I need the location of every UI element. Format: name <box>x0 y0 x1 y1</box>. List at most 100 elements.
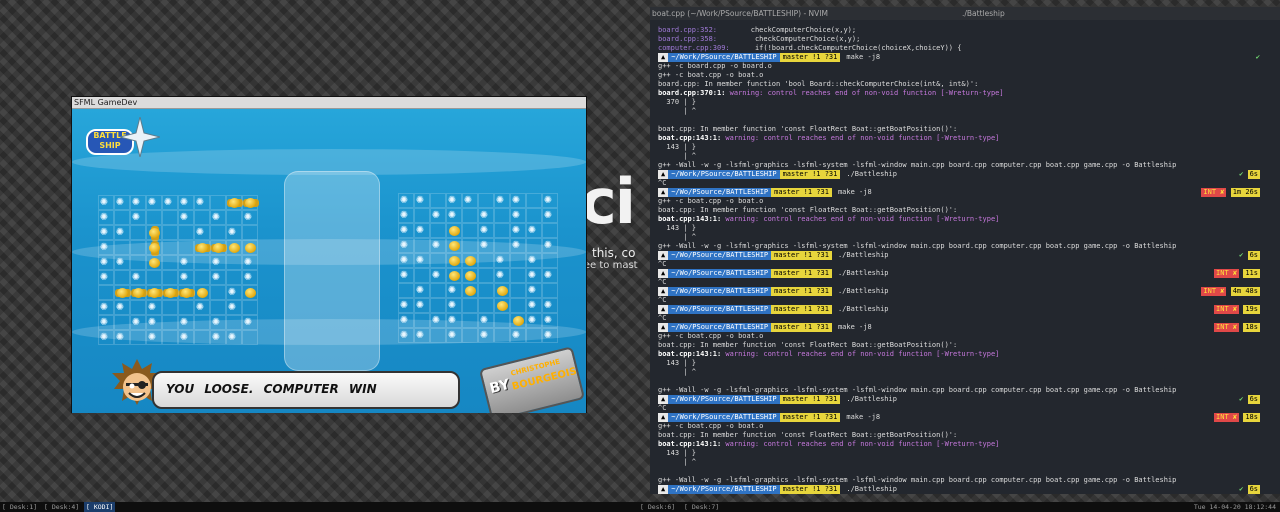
grid-cell[interactable] <box>526 297 542 313</box>
grid-cell[interactable] <box>494 192 510 208</box>
grid-cell[interactable] <box>398 192 414 208</box>
grid-cell[interactable] <box>494 298 510 313</box>
grid-cell[interactable] <box>430 237 446 253</box>
grid-cell[interactable] <box>462 298 478 313</box>
workspace-desk1[interactable]: [ Desk:1] <box>2 502 37 512</box>
grid-cell[interactable] <box>430 283 446 298</box>
grid-cell[interactable] <box>462 313 478 328</box>
grid-cell[interactable] <box>526 312 542 328</box>
grid-cell[interactable] <box>494 208 510 223</box>
grid-cell[interactable] <box>446 312 462 328</box>
grid-cell[interactable] <box>494 238 510 253</box>
grid-cell[interactable] <box>542 283 558 298</box>
grid-cell[interactable] <box>462 268 478 283</box>
grid-cell[interactable] <box>446 327 462 343</box>
grid-cell[interactable] <box>526 208 542 223</box>
grid-cell[interactable] <box>542 267 558 283</box>
grid-cell[interactable] <box>398 327 414 343</box>
window-titlebar[interactable]: SFML GameDev <box>72 97 586 109</box>
grid-cell[interactable] <box>446 192 462 208</box>
grid-cell[interactable] <box>494 223 510 238</box>
grid-cell[interactable] <box>462 223 478 238</box>
grid-cell[interactable] <box>510 253 526 268</box>
computer-grid[interactable] <box>398 192 558 343</box>
grid-cell[interactable] <box>478 222 494 238</box>
terminal-output[interactable]: board.cpp:352: checkComputerChoice(x,y);… <box>650 20 1280 494</box>
grid-cell[interactable] <box>414 282 430 298</box>
grid-cell[interactable] <box>478 327 494 343</box>
grid-cell[interactable] <box>430 298 446 313</box>
grid-cell[interactable] <box>478 253 494 268</box>
grid-cell[interactable] <box>462 192 478 208</box>
grid-cell[interactable] <box>430 328 446 343</box>
workspace-desk6[interactable]: [ Desk:6] <box>640 502 675 512</box>
grid-cell[interactable] <box>526 193 542 208</box>
workspace-desk4[interactable]: [ Desk:4] <box>44 502 79 512</box>
grid-cell[interactable] <box>542 253 558 268</box>
grid-cell[interactable] <box>398 312 414 328</box>
grid-cell[interactable] <box>510 313 526 328</box>
grid-cell[interactable] <box>526 222 542 238</box>
grid-cell[interactable] <box>446 268 462 283</box>
grid-cell[interactable] <box>478 283 494 298</box>
grid-cell[interactable] <box>494 267 510 283</box>
grid-cell[interactable] <box>542 327 558 343</box>
grid-cell[interactable] <box>414 297 430 313</box>
workspace-kodi[interactable]: [ KODI] <box>84 502 116 512</box>
terminal-window[interactable]: boat.cpp (~/Work/PSource/BATTLESHIP) - N… <box>650 7 1280 494</box>
grid-cell[interactable] <box>398 207 414 223</box>
grid-cell[interactable] <box>542 192 558 208</box>
grid-cell[interactable] <box>478 193 494 208</box>
grid-cell[interactable] <box>526 252 542 268</box>
grid-cell[interactable] <box>478 298 494 313</box>
grid-cell[interactable] <box>526 238 542 253</box>
grid-cell[interactable] <box>462 208 478 223</box>
grid-cell[interactable] <box>414 327 430 343</box>
grid-cell[interactable] <box>494 328 510 343</box>
grid-cell[interactable] <box>510 207 526 223</box>
grid-cell[interactable] <box>478 268 494 283</box>
grid-cell[interactable] <box>398 222 414 238</box>
grid-cell[interactable] <box>430 312 446 328</box>
grid-cell[interactable] <box>510 298 526 313</box>
grid-cell[interactable] <box>478 237 494 253</box>
grid-cell[interactable] <box>510 237 526 253</box>
workspace-desk7[interactable]: [ Desk:7] <box>684 502 719 512</box>
grid-cell[interactable] <box>446 223 462 238</box>
sfml-game-window[interactable]: SFML GameDev BATTLE SHIP YOU LOOSE. COMP… <box>71 96 587 413</box>
grid-cell[interactable] <box>414 313 430 328</box>
game-canvas[interactable]: BATTLE SHIP YOU LOOSE. COMPUTER WIN BY C… <box>72 109 586 413</box>
grid-cell[interactable] <box>462 283 478 298</box>
grid-cell[interactable] <box>414 208 430 223</box>
grid-cell[interactable] <box>510 283 526 298</box>
grid-cell[interactable] <box>446 207 462 223</box>
grid-cell[interactable] <box>398 297 414 313</box>
terminal-titlebar[interactable]: boat.cpp (~/Work/PSource/BATTLESHIP) - N… <box>650 7 1280 20</box>
grid-cell[interactable] <box>510 327 526 343</box>
grid-cell[interactable] <box>398 237 414 253</box>
grid-cell[interactable] <box>430 267 446 283</box>
grid-cell[interactable] <box>446 297 462 313</box>
grid-cell[interactable] <box>494 283 510 298</box>
grid-cell[interactable] <box>414 222 430 238</box>
grid-cell[interactable] <box>430 253 446 268</box>
grid-cell[interactable] <box>414 192 430 208</box>
grid-cell[interactable] <box>542 297 558 313</box>
grid-cell[interactable] <box>526 328 542 343</box>
grid-cell[interactable] <box>478 207 494 223</box>
grid-cell[interactable] <box>510 268 526 283</box>
grid-cell[interactable] <box>462 328 478 343</box>
grid-cell[interactable] <box>398 267 414 283</box>
grid-cell[interactable] <box>542 207 558 223</box>
grid-cell[interactable] <box>446 253 462 268</box>
grid-cell[interactable] <box>446 282 462 298</box>
grid-cell[interactable] <box>414 252 430 268</box>
grid-cell[interactable] <box>430 193 446 208</box>
grid-cell[interactable] <box>510 192 526 208</box>
grid-cell[interactable] <box>542 237 558 253</box>
grid-cell[interactable] <box>398 283 414 298</box>
grid-cell[interactable] <box>414 238 430 253</box>
grid-cell[interactable] <box>462 238 478 253</box>
grid-cell[interactable] <box>478 312 494 328</box>
grid-cell[interactable] <box>494 313 510 328</box>
